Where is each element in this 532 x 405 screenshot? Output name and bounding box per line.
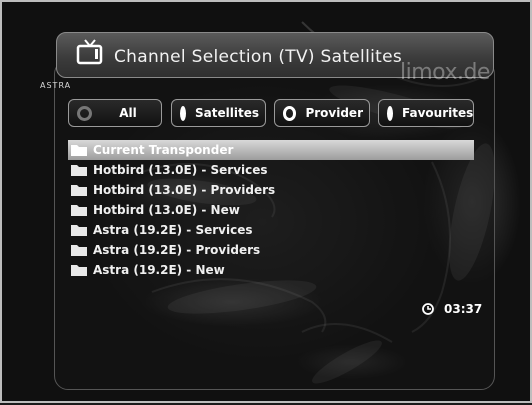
folder-icon: [71, 225, 87, 236]
folder-icon: [71, 265, 87, 276]
list-item-label: Hotbird (13.0E) - New: [93, 203, 240, 217]
radio-icon: [180, 105, 187, 121]
tv-icon: [76, 39, 103, 65]
radio-icon: [283, 105, 297, 121]
list-item-label: Hotbird (13.0E) - Providers: [93, 183, 276, 197]
channel-list: Current Transponder Hotbird (13.0E) - Se…: [68, 140, 474, 280]
radio-icon: [77, 105, 92, 121]
list-item[interactable]: Hotbird (13.0E) - New: [68, 200, 474, 220]
folder-icon: [71, 165, 87, 176]
list-item-label: Hotbird (13.0E) - Services: [93, 163, 268, 177]
tab-satellites[interactable]: Satellites: [171, 99, 266, 127]
page-title: Channel Selection (TV) Satellites: [114, 47, 403, 67]
radio-icon: [387, 105, 393, 121]
list-item-label: Astra (19.2E) - New: [93, 263, 225, 277]
tab-label: All: [119, 106, 137, 120]
clock-icon: [422, 303, 434, 315]
list-item[interactable]: Astra (19.2E) - Providers: [68, 240, 474, 260]
list-item-current-transponder[interactable]: Current Transponder: [68, 140, 474, 160]
list-item-label: Current Transponder: [93, 143, 234, 157]
list-item[interactable]: Hotbird (13.0E) - Providers: [68, 180, 474, 200]
tab-provider[interactable]: Provider: [274, 99, 370, 127]
watermark: limox.de: [400, 60, 490, 85]
tab-label: Satellites: [195, 106, 259, 120]
tab-label: Favourites: [402, 106, 474, 120]
folder-icon: [71, 205, 87, 216]
tab-all[interactable]: All: [68, 99, 162, 127]
list-item-label: Astra (19.2E) - Providers: [93, 243, 261, 257]
list-item[interactable]: Astra (19.2E) - New: [68, 260, 474, 280]
tab-label: Provider: [305, 106, 363, 120]
astra-logo: ASTRA: [40, 81, 72, 90]
clock-time: 03:37: [444, 302, 483, 316]
folder-icon: [71, 185, 87, 196]
list-item[interactable]: Astra (19.2E) - Services: [68, 220, 474, 240]
tab-favourites[interactable]: Favourites: [378, 99, 474, 127]
folder-icon: [71, 145, 87, 156]
list-item-label: Astra (19.2E) - Services: [93, 223, 253, 237]
clock-display: 03:37: [422, 302, 482, 316]
list-item[interactable]: Hotbird (13.0E) - Services: [68, 160, 474, 180]
tv-screen: Channel Selection (TV) Satellites limox.…: [0, 0, 532, 403]
folder-icon: [71, 245, 87, 256]
